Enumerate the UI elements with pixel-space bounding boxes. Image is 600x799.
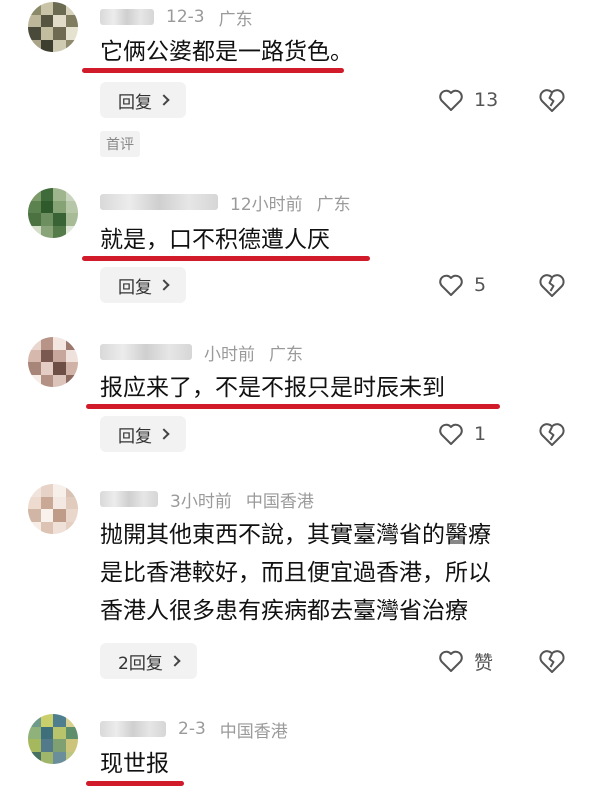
dislike-button[interactable]	[538, 267, 566, 303]
reply-label: 回复	[118, 426, 152, 447]
broken-heart-icon	[539, 274, 565, 297]
username-redacted	[100, 9, 154, 25]
dislike-button[interactable]	[538, 643, 566, 679]
comment-time: 小时前	[204, 344, 255, 365]
reply-button[interactable]: 回复	[100, 82, 186, 118]
comment-location: 广东	[269, 344, 303, 365]
comment-text-line: 香港人很多患有疾病都去臺灣省治療	[100, 598, 468, 624]
like-button[interactable]: 5	[438, 267, 486, 303]
comment-text: 就是，口不积德遭人厌	[100, 227, 330, 253]
reply-button[interactable]: 2回复	[100, 643, 197, 679]
comment-text: 它俩公婆都是一路货色。	[100, 39, 353, 65]
comment-meta: 3小时前 中国香港	[100, 486, 314, 512]
avatar[interactable]	[28, 2, 78, 52]
like-label: 赞	[474, 651, 494, 674]
broken-heart-icon	[539, 423, 565, 446]
broken-heart-icon	[539, 650, 565, 673]
comment-text: 现世报	[100, 751, 169, 777]
dislike-button[interactable]	[538, 82, 566, 118]
avatar[interactable]	[28, 337, 78, 387]
comment-location: 广东	[316, 194, 351, 215]
chevron-right-icon	[169, 655, 181, 667]
highlight-underline	[82, 256, 370, 261]
like-button[interactable]: 赞	[438, 643, 493, 679]
first-comment-badge: 首评	[100, 131, 140, 157]
comment-time: 12-3	[166, 7, 205, 27]
comment-location: 广东	[218, 9, 253, 30]
like-button[interactable]: 1	[438, 416, 486, 452]
chevron-right-icon	[158, 94, 170, 106]
comment-meta: 小时前 广东	[100, 339, 303, 365]
reply-label: 2回复	[118, 653, 163, 674]
like-count: 1	[474, 423, 487, 445]
dislike-button[interactable]	[538, 416, 566, 452]
comment-location: 中国香港	[219, 721, 288, 742]
highlight-underline	[86, 404, 500, 409]
chevron-right-icon	[158, 279, 170, 291]
heart-outline-icon	[439, 274, 463, 296]
broken-heart-icon	[539, 89, 565, 112]
comment-time: 2-3	[178, 719, 206, 739]
chevron-right-icon	[158, 428, 170, 440]
comment-location: 中国香港	[245, 491, 314, 512]
heart-outline-icon	[439, 650, 463, 672]
like-count: 13	[474, 89, 499, 111]
avatar[interactable]	[28, 484, 78, 534]
like-button[interactable]: 13	[438, 82, 498, 118]
reply-button[interactable]: 回复	[100, 416, 186, 452]
like-count: 5	[474, 274, 487, 296]
username-redacted	[100, 491, 158, 507]
comment-time: 12小时前	[230, 194, 303, 215]
username-redacted	[100, 344, 192, 360]
username-redacted	[100, 194, 218, 210]
comment-text-line: 是比香港較好，而且便宜過香港，所以	[100, 560, 491, 586]
comment-text: 报应来了，不是不报只是时辰未到	[100, 375, 445, 401]
comment-meta: 12-3 广东	[100, 4, 253, 30]
highlight-underline	[82, 68, 344, 73]
heart-outline-icon	[439, 89, 463, 111]
reply-button[interactable]: 回复	[100, 267, 186, 303]
comment-text-line: 抛開其他東西不說，其實臺灣省的醫療	[100, 522, 491, 548]
comment-meta: 12小时前 广东	[100, 189, 351, 215]
comment-meta: 2-3 中国香港	[100, 716, 288, 742]
username-redacted	[100, 721, 166, 737]
reply-label: 回复	[118, 92, 152, 113]
heart-outline-icon	[439, 423, 463, 445]
reply-label: 回复	[118, 277, 152, 298]
avatar[interactable]	[28, 714, 78, 764]
highlight-underline	[86, 781, 184, 786]
comment-time: 3小时前	[170, 491, 232, 512]
avatar[interactable]	[28, 188, 78, 238]
